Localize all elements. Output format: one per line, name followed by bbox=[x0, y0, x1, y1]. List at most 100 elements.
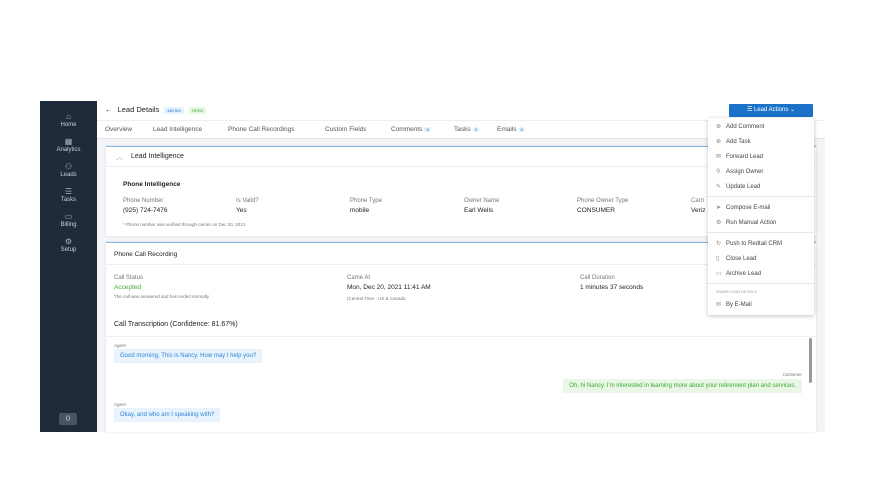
is-valid-value: Yes bbox=[236, 207, 247, 214]
mail-icon: ✉ bbox=[716, 154, 722, 160]
sidebar-item-label: Analytics bbox=[56, 147, 81, 153]
tab-label: Tasks bbox=[454, 126, 471, 133]
phone-type-value: mobile bbox=[350, 207, 370, 214]
call-status-value: Accepted bbox=[114, 284, 142, 291]
speaker-label: Agent bbox=[114, 343, 126, 348]
menu-item-update-lead[interactable]: ✎ Update Lead bbox=[716, 183, 760, 190]
billing-icon: ▭ bbox=[64, 212, 73, 221]
tab-label: Lead Intelligence bbox=[153, 126, 203, 133]
menu-item-label: Update Lead bbox=[726, 184, 761, 190]
transcription-title: Call Transcription (Confidence: 81.67%) bbox=[114, 321, 238, 328]
divider bbox=[106, 336, 816, 337]
menu-item-label: Add Comment bbox=[726, 124, 765, 130]
sidebar-item-setup[interactable]: ⚙ Setup bbox=[40, 237, 97, 253]
timezone-note: (Central Time - US & Canada bbox=[347, 296, 406, 301]
mail-icon: ✉ bbox=[716, 302, 722, 308]
menu-item-label: Compose E-mail bbox=[726, 205, 771, 211]
sidebar-item-leads[interactable]: ⚇ Leads bbox=[40, 162, 97, 178]
page-title: ← Lead Details #81764 OPEN bbox=[105, 105, 207, 114]
title-text: Lead Details bbox=[117, 105, 160, 114]
menu-item-archive-lead[interactable]: ▭ Archive Lead bbox=[716, 270, 761, 277]
menu-item-push-to-crm[interactable]: ↻ Push to Redtail CRM bbox=[716, 240, 782, 247]
menu-item-close-lead[interactable]: ▯ Close Lead bbox=[716, 255, 756, 262]
sidebar-item-label: Home bbox=[60, 122, 77, 128]
leads-icon: ⚇ bbox=[64, 162, 73, 171]
sidebar-item-tasks[interactable]: ☰ Tasks bbox=[40, 187, 97, 203]
field-label: Phone Number bbox=[123, 198, 164, 204]
card-title: Lead Intelligence bbox=[131, 153, 184, 160]
field-label: Phone Owner Type bbox=[577, 198, 629, 204]
card-title: Phone Call Recording bbox=[114, 251, 178, 258]
speaker-label: Agent bbox=[114, 402, 126, 407]
tab-emails[interactable]: Emails 6 bbox=[497, 126, 525, 133]
sidebar-item-billing[interactable]: ▭ Billing bbox=[40, 212, 97, 228]
menu-item-label: Add Task bbox=[726, 139, 751, 145]
tab-custom-fields[interactable]: Custom Fields bbox=[325, 126, 367, 133]
tab-lead-intelligence[interactable]: Lead Intelligence bbox=[153, 126, 202, 133]
agent-message: Okay, and who am I speaking with? bbox=[114, 408, 221, 422]
menu-item-label: Assign Owner bbox=[726, 169, 764, 175]
home-icon: ⌂ bbox=[66, 112, 71, 121]
archive-icon: ▭ bbox=[716, 271, 722, 277]
menu-item-run-manual-action[interactable]: ⚙ Run Manual Action bbox=[716, 219, 776, 226]
tab-overview[interactable]: Overview bbox=[105, 126, 132, 133]
verification-note: * Phone number was verified through carr… bbox=[123, 222, 246, 227]
collapse-sidebar-button[interactable]: ⟨⟩ bbox=[59, 413, 77, 425]
sidebar-item-home[interactable]: ⌂ Home bbox=[40, 112, 97, 128]
menu-item-add-task[interactable]: ⊕ Add Task bbox=[716, 138, 751, 145]
add-task-icon: ⊕ bbox=[716, 139, 722, 145]
lead-id-badge: #81764 bbox=[164, 106, 184, 114]
call-status-note: The call was answered and has ended norm… bbox=[114, 294, 210, 299]
status-badge: OPEN bbox=[188, 106, 207, 114]
setup-icon: ⚙ bbox=[64, 237, 73, 246]
lead-actions-label: Lead Actions ⌄ bbox=[753, 107, 796, 113]
chevron-up-icon[interactable]: ︿ bbox=[116, 152, 123, 162]
user-icon: ⚲ bbox=[716, 169, 721, 175]
field-label: Came At bbox=[347, 275, 371, 281]
tab-label: Phone Call Recordings bbox=[228, 126, 295, 133]
analytics-icon: ▦ bbox=[64, 137, 73, 146]
customer-message: Oh, hi Nancy. I'm interested in learning… bbox=[563, 379, 802, 393]
agent-message: Good morning, This is Nancy. How may I h… bbox=[114, 349, 263, 363]
menu-item-share-by-email[interactable]: ✉ By E-Mail bbox=[716, 301, 752, 308]
tab-comments[interactable]: Comments 6 bbox=[391, 126, 431, 133]
tab-phone-call-recordings[interactable]: Phone Call Recordings bbox=[228, 126, 294, 133]
sync-icon: ↻ bbox=[716, 241, 722, 247]
action-icon: ⚙ bbox=[716, 220, 722, 226]
menu-item-compose-email[interactable]: ➤ Compose E-mail bbox=[716, 204, 770, 211]
menu-item-add-comment[interactable]: ⊕ Add Comment bbox=[716, 123, 764, 130]
sidebar-item-analytics[interactable]: ▦ Analytics bbox=[40, 137, 97, 153]
sidebar-item-label: Leads bbox=[60, 172, 77, 178]
owner-type-value: CONSUMER bbox=[577, 207, 615, 214]
sidebar: ⌂ Home ▦ Analytics ⚇ Leads ☰ Tasks ▭ Billing … bbox=[40, 101, 97, 432]
phone-number-value: (925) 724-7476 bbox=[123, 207, 168, 214]
field-label: Carri bbox=[691, 198, 704, 204]
back-button[interactable]: ← bbox=[105, 105, 113, 114]
menu-item-label: By E-Mail bbox=[726, 302, 752, 308]
edit-icon: ✎ bbox=[716, 184, 722, 190]
came-at-value: Mon, Dec 20, 2021 11:41 AM bbox=[347, 284, 431, 291]
menu-item-label: Archive Lead bbox=[726, 271, 762, 277]
speaker-label: Customer bbox=[782, 372, 802, 377]
scrollbar[interactable] bbox=[809, 338, 812, 383]
tab-label: Custom Fields bbox=[325, 126, 367, 133]
field-label: Call Status bbox=[114, 275, 144, 281]
menu-item-label: Close Lead bbox=[726, 256, 757, 262]
count-badge: 3 bbox=[472, 127, 479, 132]
menu-item-label: Push to Redtail CRM bbox=[726, 241, 783, 247]
count-badge: 6 bbox=[518, 127, 525, 132]
divider bbox=[708, 283, 814, 284]
tab-tasks[interactable]: Tasks 3 bbox=[454, 126, 479, 133]
menu-item-forward-lead[interactable]: ✉ Forward Lead bbox=[716, 153, 763, 160]
close-lead-icon: ▯ bbox=[716, 256, 720, 262]
carrier-value: Veriz bbox=[691, 207, 706, 214]
tab-label: Comments bbox=[391, 126, 423, 133]
call-duration-value: 1 minutes 37 seconds bbox=[580, 284, 644, 291]
field-label: Owner Name bbox=[464, 198, 500, 204]
count-badge: 6 bbox=[424, 127, 431, 132]
field-label: Call Duration bbox=[580, 275, 615, 281]
tasks-icon: ☰ bbox=[64, 187, 73, 196]
lead-actions-button[interactable]: ☰ Lead Actions ⌄ bbox=[729, 104, 813, 117]
menu-item-assign-owner[interactable]: ⚲ Assign Owner bbox=[716, 168, 763, 175]
lead-actions-menu: ⊕ Add Comment ⊕ Add Task ✉ Forward Lead ⚲ As… bbox=[708, 118, 814, 315]
